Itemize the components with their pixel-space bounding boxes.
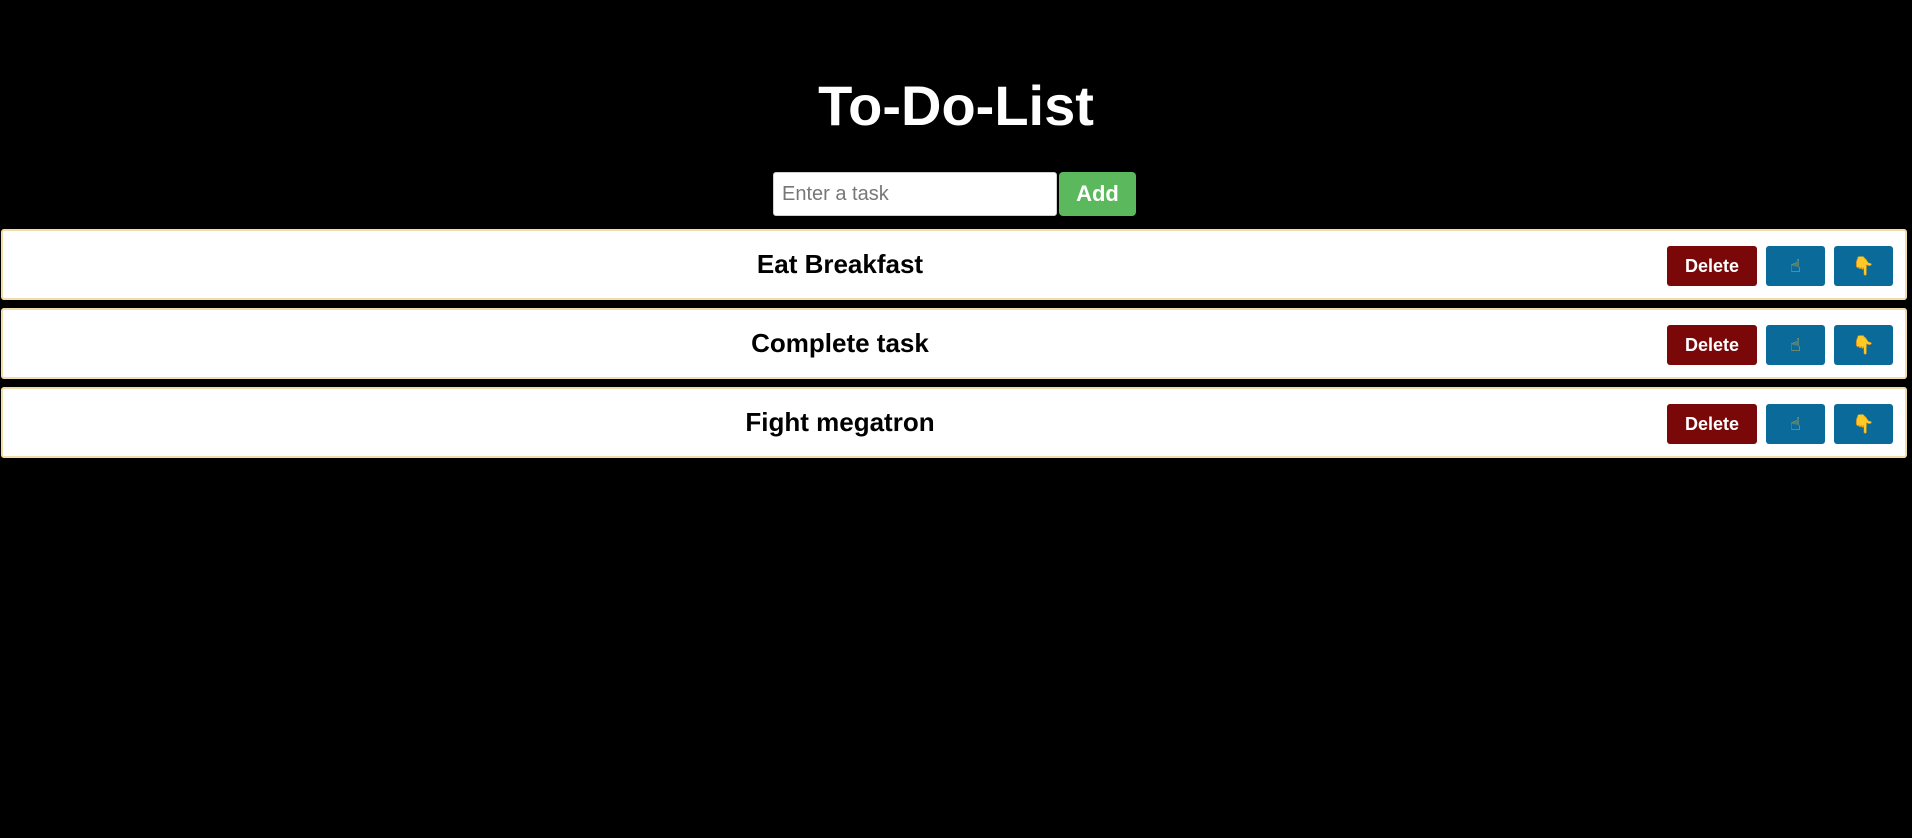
add-button[interactable]: Add: [1059, 172, 1136, 216]
delete-button[interactable]: Delete: [1667, 325, 1757, 365]
delete-button[interactable]: Delete: [1667, 404, 1757, 444]
task-text: Fight megatron: [745, 407, 935, 437]
task-input[interactable]: [773, 172, 1057, 216]
pointing-down-icon: 👇: [1852, 334, 1875, 356]
task-actions: Delete ☝ 👇: [1667, 404, 1893, 444]
task-text: Complete task: [751, 328, 929, 358]
move-up-button[interactable]: ☝: [1766, 246, 1825, 286]
pointing-down-icon: 👇: [1852, 255, 1875, 277]
delete-button[interactable]: Delete: [1667, 246, 1757, 286]
move-down-button[interactable]: 👇: [1834, 404, 1893, 444]
task-text: Eat Breakfast: [756, 249, 924, 279]
task-input-row: Add: [773, 172, 1136, 216]
pointing-up-icon: ☝: [1790, 334, 1801, 356]
list-item: Fight megatron Delete ☝ 👇: [1, 387, 1907, 458]
pointing-up-icon: ☝: [1790, 413, 1801, 435]
task-actions: Delete ☝ 👇: [1667, 325, 1893, 365]
task-list: Eat Breakfast Delete ☝ 👇 Complete task D…: [1, 229, 1907, 466]
move-up-button[interactable]: ☝: [1766, 325, 1825, 365]
pointing-up-icon: ☝: [1790, 255, 1801, 277]
list-item: Eat Breakfast Delete ☝ 👇: [1, 229, 1907, 300]
move-down-button[interactable]: 👇: [1834, 246, 1893, 286]
task-actions: Delete ☝ 👇: [1667, 246, 1893, 286]
move-up-button[interactable]: ☝: [1766, 404, 1825, 444]
page-title: To-Do-List: [818, 74, 1094, 137]
todo-app: To-Do-List Add Eat Breakfast Delete ☝ 👇 …: [0, 0, 1912, 838]
pointing-down-icon: 👇: [1852, 413, 1875, 435]
move-down-button[interactable]: 👇: [1834, 325, 1893, 365]
list-item: Complete task Delete ☝ 👇: [1, 308, 1907, 379]
